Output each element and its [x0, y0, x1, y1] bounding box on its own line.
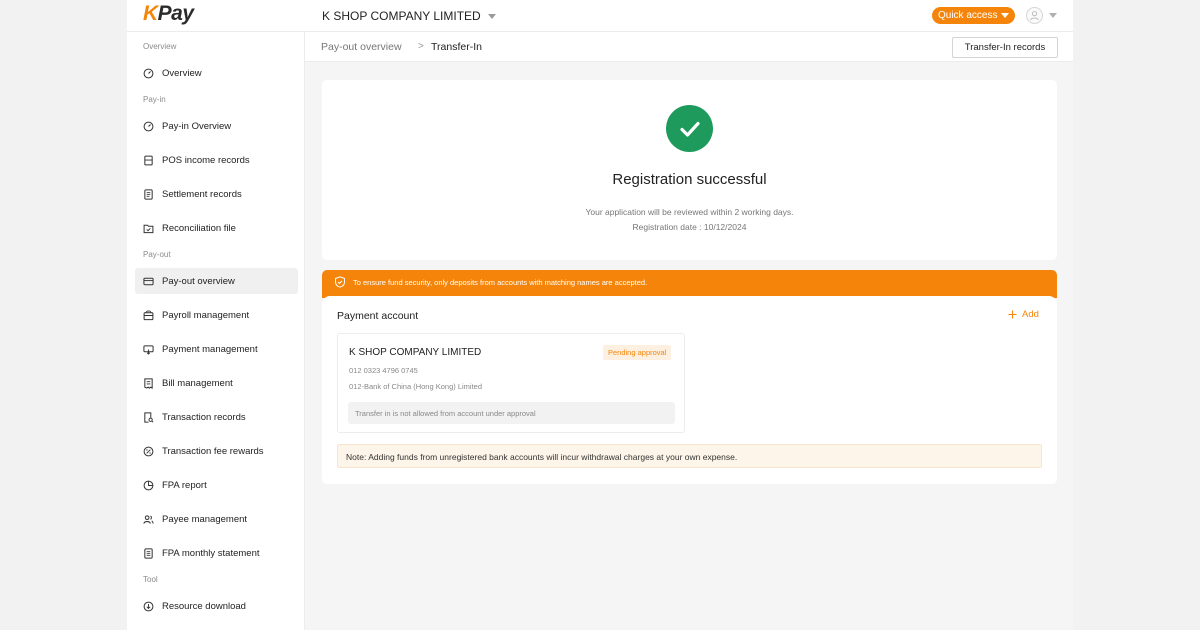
sidebar-item-fpa-monthly-statement[interactable]: FPA monthly statement [135, 540, 298, 566]
sidebar-item-label: Pay-in Overview [162, 120, 232, 132]
sidebar-item-bill-management[interactable]: Bill management [135, 370, 298, 396]
sidebar-item-label: Pay-out overview [162, 275, 235, 287]
account-number: 012 0323 4796 0745 [349, 366, 418, 375]
sidebar-item-label: Payroll management [162, 309, 250, 321]
user-icon [1030, 11, 1039, 21]
sidebar-item-overview[interactable]: Overview [135, 60, 298, 86]
dashboard-icon [143, 121, 154, 131]
sidebar-item-payroll-management[interactable]: Payroll management [135, 302, 298, 328]
sidebar-item-label: Transaction fee rewards [162, 445, 264, 457]
sidebar-item-transaction-records[interactable]: Transaction records [135, 404, 298, 430]
sidebar-item-label: Payee management [162, 513, 248, 525]
sidebar-item-label: Transaction records [162, 411, 246, 423]
sidebar-item-label: Resource download [162, 600, 246, 612]
success-card: Registration successful Your application… [322, 80, 1057, 260]
section-label-pay-in: Pay-in [143, 95, 166, 104]
section-label-overview: Overview [143, 42, 177, 51]
sidebar-item-reconciliation-file[interactable]: Reconciliation file [135, 215, 298, 241]
success-check-icon [666, 105, 713, 152]
pie-chart-icon [143, 480, 154, 490]
bank-account-item[interactable]: K SHOP COMPANY LIMITED Pending approval … [337, 333, 685, 433]
sidebar-item-label: Settlement records [162, 188, 242, 200]
breadcrumb-separator: > [418, 41, 424, 52]
sidebar-item-resource-download[interactable]: Resource download [135, 593, 298, 619]
company-name: K SHOP COMPANY LIMITED [322, 9, 481, 23]
sidebar-item-fpa-report[interactable]: FPA report [135, 472, 298, 498]
percent-icon [143, 446, 154, 456]
kpay-logo[interactable]: KPay [143, 2, 194, 26]
sidebar-item-label: FPA report [162, 479, 207, 491]
section-label-tool: Tool [143, 575, 158, 584]
wallet-icon [143, 310, 154, 320]
bill-icon [144, 377, 153, 389]
card-icon [143, 277, 154, 285]
sidebar-item-label: POS income records [162, 154, 250, 166]
chevron-down-icon [487, 13, 496, 19]
sidebar-item-label: FPA monthly statement [162, 547, 260, 559]
sidebar: Overview Overview Pay-in Pay-in Overview… [127, 32, 305, 630]
users-icon [143, 514, 154, 524]
chevron-down-icon [1049, 13, 1057, 18]
account-name: K SHOP COMPANY LIMITED [349, 347, 482, 358]
caret-down-icon [1001, 13, 1010, 18]
sidebar-item-payee-management[interactable]: Payee management [135, 506, 298, 532]
pos-terminal-icon [144, 155, 153, 165]
folder-check-icon [143, 224, 154, 233]
document-icon [144, 188, 153, 200]
add-account-button[interactable]: Add [1008, 309, 1039, 320]
search-document-icon [144, 411, 154, 423]
review-message: Your application will be reviewed within… [585, 207, 794, 217]
page-title: Registration successful [612, 171, 767, 188]
user-menu[interactable] [1026, 7, 1057, 24]
section-title: Payment account [337, 310, 419, 322]
sidebar-item-label: Bill management [162, 377, 233, 389]
statement-icon [144, 547, 153, 559]
sidebar-item-label: Payment management [162, 343, 258, 355]
quick-access-button[interactable]: Quick access [932, 7, 1016, 24]
sidebar-item-pay-in-overview[interactable]: Pay-in Overview [135, 113, 298, 139]
breadcrumb-pay-out-overview[interactable]: Pay-out overview [321, 41, 402, 53]
fee-note: Note: Adding funds from unregistered ban… [337, 444, 1042, 468]
sidebar-item-pay-out-overview[interactable]: Pay-out overview [135, 268, 298, 294]
registration-date: Registration date : 10/12/2024 [632, 222, 747, 232]
quick-access-label: Quick access [938, 10, 998, 21]
top-bar: KPay K SHOP COMPANY LIMITED Quick access [127, 0, 1073, 32]
sidebar-item-payment-management[interactable]: Payment management [135, 336, 298, 362]
breadcrumb-current: Transfer-In [431, 41, 482, 53]
security-notice-banner: To ensure fund security, only deposits f… [322, 270, 1057, 298]
payment-account-card: Payment account Add K SHOP COMPANY LIMIT… [322, 296, 1057, 484]
account-warning: Transfer in is not allowed from account … [348, 402, 675, 424]
bank-name: 012-Bank of China (Hong Kong) Limited [349, 382, 482, 391]
security-notice-text: To ensure fund security, only deposits f… [353, 278, 648, 287]
sidebar-item-label: Reconciliation file [162, 222, 236, 234]
avatar [1026, 7, 1043, 24]
breadcrumb: Pay-out overview > Transfer-In Transfer-… [305, 32, 1073, 62]
sidebar-item-pos-income-records[interactable]: POS income records [135, 147, 298, 173]
status-badge: Pending approval [603, 345, 672, 360]
app-window: KPay K SHOP COMPANY LIMITED Quick access… [127, 0, 1073, 630]
shield-check-icon [335, 276, 345, 288]
dashboard-icon [143, 68, 154, 78]
sidebar-item-settlement-records[interactable]: Settlement records [135, 181, 298, 207]
payment-icon [143, 344, 154, 355]
company-switcher[interactable]: K SHOP COMPANY LIMITED [322, 9, 496, 23]
add-label: Add [1022, 309, 1039, 320]
section-label-pay-out: Pay-out [143, 250, 171, 259]
transfer-in-records-button[interactable]: Transfer-In records [952, 37, 1058, 58]
download-icon [143, 601, 154, 611]
sidebar-item-transaction-fee-rewards[interactable]: Transaction fee rewards [135, 438, 298, 464]
plus-icon [1008, 310, 1017, 319]
sidebar-item-label: Overview [162, 67, 202, 79]
